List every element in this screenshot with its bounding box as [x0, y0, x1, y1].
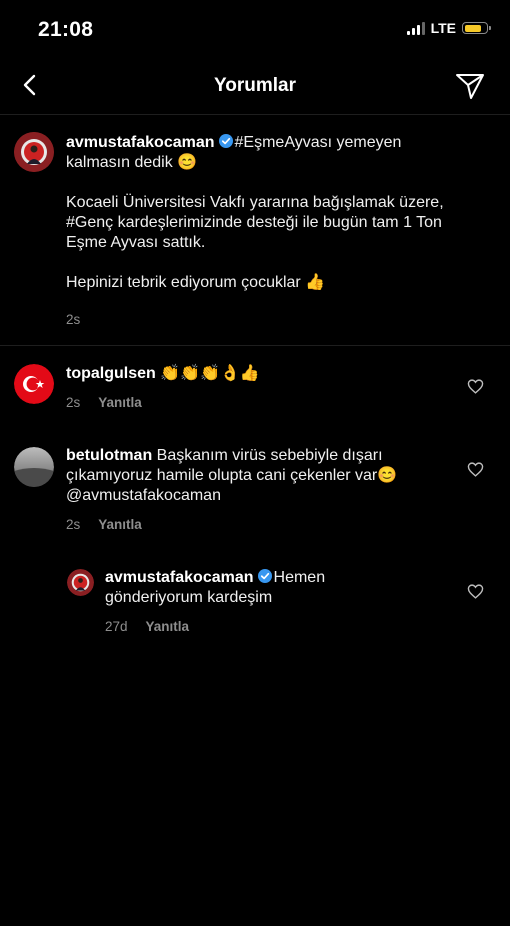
signal-icon — [406, 21, 425, 35]
reply-time: 27d — [105, 619, 128, 634]
caption-username[interactable]: avmustafakocaman — [66, 134, 215, 151]
comment-mention[interactable]: @avmustafakocaman — [66, 486, 486, 506]
avatar[interactable] — [67, 569, 94, 596]
status-bar: 21:08 LTE — [0, 0, 510, 60]
avatar[interactable] — [14, 447, 54, 487]
status-time: 21:08 — [38, 18, 94, 41]
comment-body-line1: Başkanım virüs sebebiyle dışarı — [156, 447, 383, 464]
heart-icon[interactable] — [467, 583, 484, 600]
reply-username[interactable]: avmustafakocaman — [105, 569, 254, 586]
heart-icon[interactable] — [467, 461, 484, 478]
caption-para3: Hepinizi tebrik ediyorum çocuklar 👍 — [66, 274, 326, 291]
caption-para2-line2: #Genç kardeşlerimizinde desteği ile bugü… — [66, 214, 442, 231]
caption-text: avmustafakocaman #EşmeAyvası yemeyen kalm… — [66, 133, 496, 293]
avatar[interactable] — [14, 132, 54, 172]
send-direct-icon[interactable] — [454, 70, 486, 102]
caption-para2-line3: Eşme Ayvası sattık. — [66, 234, 206, 251]
page-title: Yorumlar — [213, 75, 296, 96]
verified-badge-icon — [218, 134, 233, 148]
caption-line1: #EşmeAyvası yemeyen — [234, 134, 402, 151]
comment-text: topalgulsen 👏👏👏👌👍 — [66, 364, 466, 384]
verified-badge-icon — [257, 569, 272, 583]
comment-meta: 2s Yanıtla — [66, 517, 142, 532]
post-caption: avmustafakocaman #EşmeAyvası yemeyen kalm… — [0, 114, 510, 346]
reply-button[interactable]: Yanıtla — [98, 517, 142, 532]
reply-button[interactable]: Yanıtla — [146, 619, 190, 634]
caption-meta: 2s — [66, 312, 80, 327]
caption-time: 2s — [66, 312, 81, 327]
comment-meta: 2s Yanıtla — [66, 395, 142, 410]
comment-text: betulotman Başkanım virüs sebebiyle dışa… — [66, 446, 486, 506]
heart-icon[interactable] — [467, 378, 484, 395]
reply-meta: 27d Yanıtla — [105, 619, 189, 634]
reply-body-line1: Hemen — [273, 569, 326, 586]
nav-bar: Yorumlar — [0, 60, 510, 115]
avatar[interactable] — [14, 364, 54, 404]
reply-button[interactable]: Yanıtla — [98, 395, 142, 410]
network-label: LTE — [430, 20, 456, 36]
status-indicators: LTE — [406, 20, 491, 36]
reply-body-line2: gönderiyorum kardeşim — [105, 589, 273, 606]
comment-time: 2s — [66, 395, 81, 410]
comment-username[interactable]: betulotman — [66, 447, 152, 464]
comment-body-line2: çıkamıyoruz hamile olupta cani çekenler … — [66, 467, 398, 484]
comment-username[interactable]: topalgulsen — [66, 365, 156, 382]
comment-time: 2s — [66, 517, 81, 532]
battery-icon — [462, 22, 491, 34]
comment-body: 👏👏👏👌👍 — [160, 365, 260, 382]
caption-line2: kalmasın dedik 😊 — [66, 154, 198, 171]
caption-para2-line1: Kocaeli Üniversitesi Vakfı yararına bağı… — [66, 194, 444, 211]
reply-text: avmustafakocaman Hemen gönderiyorum karde… — [105, 568, 465, 608]
